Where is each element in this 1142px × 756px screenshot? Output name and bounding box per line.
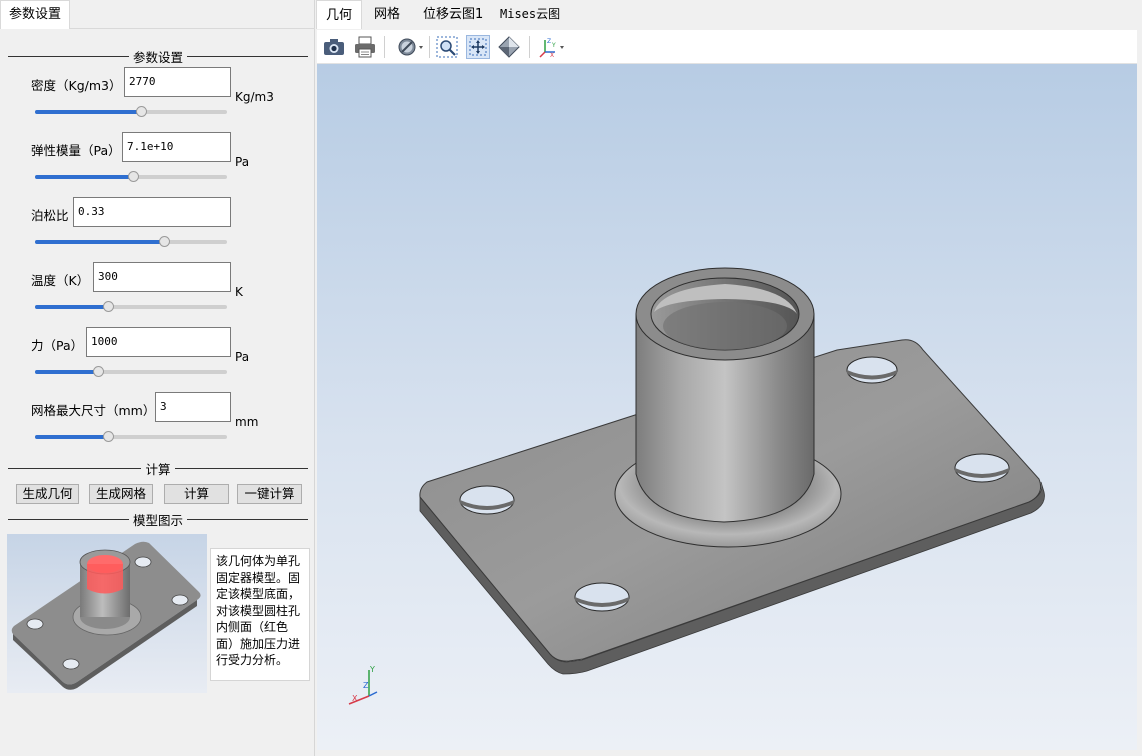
tab-mesh[interactable]: 网格 bbox=[364, 0, 410, 29]
axis-z-label: Z bbox=[363, 681, 369, 690]
axis-view-icon[interactable]: ZYX bbox=[537, 35, 567, 59]
slider-handle[interactable] bbox=[127, 171, 139, 182]
view-tab-bar: 几何 网格 位移云图1 Mises云图 bbox=[316, 0, 1142, 30]
axis-y-label: Y bbox=[369, 665, 375, 674]
temperature-unit: K bbox=[235, 285, 243, 299]
modulus-slider[interactable] bbox=[35, 171, 227, 182]
force-label: 力（Pa） bbox=[31, 338, 84, 353]
slider-handle[interactable] bbox=[102, 301, 114, 312]
camera-icon[interactable] bbox=[322, 35, 346, 59]
poisson-input[interactable]: 0.33 bbox=[73, 197, 231, 227]
3d-viewport[interactable]: Y Z X bbox=[317, 64, 1137, 750]
poisson-slider[interactable] bbox=[35, 236, 227, 247]
print-icon[interactable] bbox=[353, 35, 377, 59]
modulus-label: 弹性模量（Pa） bbox=[31, 143, 121, 158]
slider-handle[interactable] bbox=[93, 366, 105, 377]
mesh-size-input[interactable]: 3 bbox=[155, 392, 231, 422]
force-slider[interactable] bbox=[35, 366, 227, 377]
temperature-slider[interactable] bbox=[35, 301, 227, 312]
svg-text:X: X bbox=[550, 52, 554, 59]
model-description: 该几何体为单孔固定器模型。固定该模型底面，对该模型圆柱孔内侧面（红色面）施加压力… bbox=[210, 548, 310, 681]
generate-geometry-button[interactable]: 生成几何 bbox=[16, 484, 79, 504]
parameter-panel: 参数设置 参数设置 密度（Kg/m3） 2770 Kg/m3 弹性模量（Pa） … bbox=[0, 0, 315, 756]
force-input[interactable]: 1000 bbox=[86, 327, 231, 357]
axis-x-label: X bbox=[352, 694, 358, 703]
slider-handle[interactable] bbox=[158, 236, 170, 247]
params-group-title: 参数设置 bbox=[8, 49, 308, 65]
poisson-label: 泊松比 bbox=[31, 208, 69, 223]
compute-button[interactable]: 计算 bbox=[164, 484, 229, 504]
temperature-input[interactable]: 300 bbox=[93, 262, 231, 292]
svg-text:Z: Z bbox=[547, 38, 551, 45]
modulus-input[interactable]: 7.1e+10 bbox=[122, 132, 231, 162]
generate-mesh-button[interactable]: 生成网格 bbox=[89, 484, 153, 504]
density-label: 密度（Kg/m3） bbox=[31, 78, 122, 93]
one-click-compute-button[interactable]: 一键计算 bbox=[237, 484, 302, 504]
density-input[interactable]: 2770 bbox=[124, 67, 231, 97]
calc-group-title: 计算 bbox=[8, 461, 308, 477]
tab-geometry[interactable]: 几何 bbox=[316, 0, 362, 29]
tab-parameter-settings[interactable]: 参数设置 bbox=[0, 0, 70, 29]
view-projection-icon[interactable] bbox=[497, 35, 521, 59]
temperature-label: 温度（K） bbox=[31, 273, 90, 288]
force-unit: Pa bbox=[235, 350, 250, 364]
viewport-scrollbar[interactable] bbox=[1137, 30, 1142, 756]
modulus-unit: Pa bbox=[235, 155, 250, 169]
slider-handle[interactable] bbox=[135, 106, 147, 117]
display-mode-icon[interactable] bbox=[395, 35, 425, 59]
left-tab-bar: 参数设置 bbox=[0, 0, 315, 29]
tab-mises[interactable]: Mises云图 bbox=[490, 0, 570, 29]
viewer-toolbar: ZYX bbox=[317, 30, 1137, 64]
model-thumbnail bbox=[7, 534, 207, 693]
mesh-size-unit: mm bbox=[235, 415, 259, 429]
tab-displacement[interactable]: 位移云图1 bbox=[413, 0, 493, 29]
zoom-window-icon[interactable] bbox=[435, 35, 459, 59]
svg-text:Y: Y bbox=[551, 42, 556, 49]
density-unit: Kg/m3 bbox=[235, 90, 274, 104]
model-group-title: 模型图示 bbox=[8, 512, 308, 528]
mesh-size-slider[interactable] bbox=[35, 431, 227, 442]
fit-all-icon[interactable] bbox=[466, 35, 490, 59]
slider-handle[interactable] bbox=[102, 431, 114, 442]
density-slider[interactable] bbox=[35, 106, 227, 117]
mesh-size-label: 网格最大尺寸（mm） bbox=[31, 403, 156, 418]
axis-triad: Y Z X bbox=[348, 665, 378, 705]
